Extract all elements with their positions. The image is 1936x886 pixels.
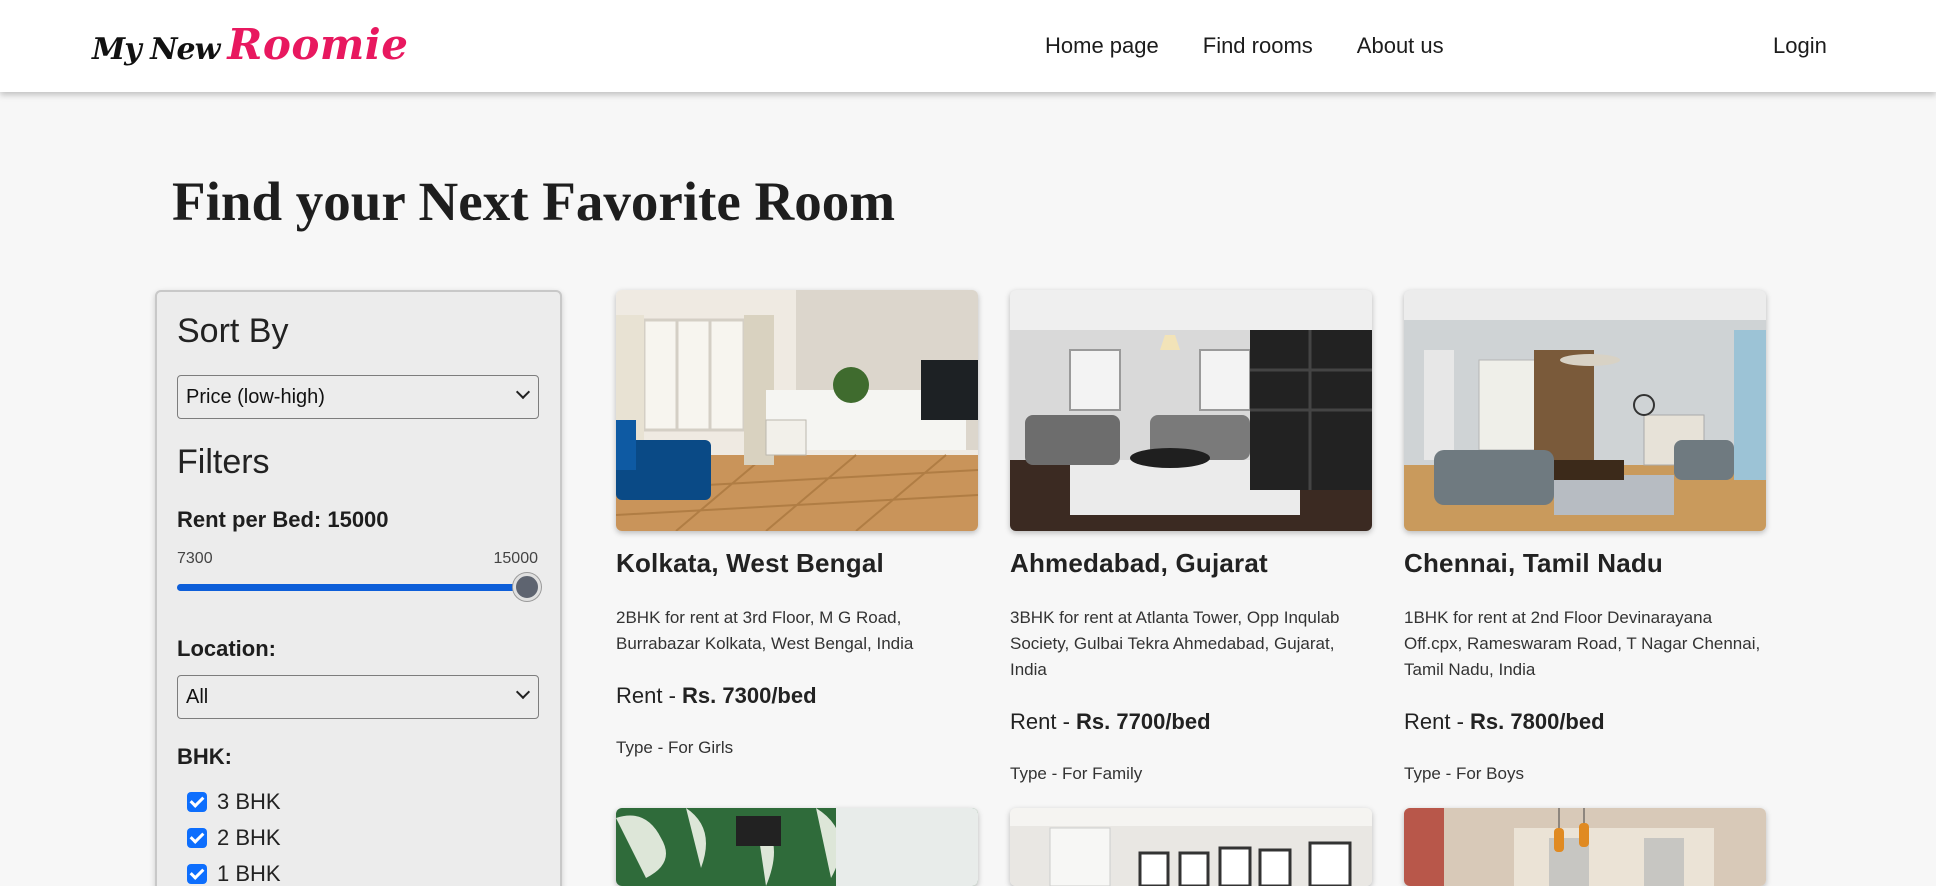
rent-prefix: Rent - — [1404, 709, 1471, 734]
bhk-label: BHK: — [177, 744, 232, 769]
room-photo[interactable] — [1404, 290, 1766, 531]
checkbox-checked[interactable] — [187, 792, 207, 812]
room-card[interactable] — [1404, 808, 1766, 886]
checkbox-checked[interactable] — [187, 864, 207, 884]
rent-value: Rs. 7800/bed — [1470, 709, 1605, 734]
room-card[interactable]: Kolkata, West Bengal 2BHK for rent at 3r… — [616, 290, 978, 757]
location-select-value: All — [186, 686, 209, 708]
nav-find-rooms[interactable]: Find rooms — [1203, 33, 1313, 59]
checkbox-checked[interactable] — [187, 828, 207, 848]
room-type: Type - For Boys — [1404, 764, 1524, 783]
room-rent: Rent - Rs. 7700/bed — [1010, 709, 1211, 735]
bhk-option-1[interactable]: 1 BHK — [187, 861, 281, 886]
login-link[interactable]: Login — [1773, 33, 1827, 59]
room-photo-partial — [1010, 808, 1372, 886]
site-logo[interactable]: My New Roomie — [92, 18, 408, 74]
bhk-option-label: 2 BHK — [217, 825, 281, 850]
rent-prefix: Rent - — [1010, 709, 1077, 734]
chevron-down-icon — [515, 384, 531, 400]
rent-slider-track[interactable] — [177, 584, 527, 591]
nav-links: Home page Find rooms About us — [1045, 33, 1444, 59]
room-photo[interactable] — [1010, 290, 1372, 531]
room-type: Type - For Family — [1010, 764, 1143, 783]
bhk-option-label: 3 BHK — [217, 789, 281, 814]
room-photo-living-room — [1404, 290, 1766, 531]
room-photo[interactable] — [1404, 808, 1766, 886]
navbar: My New Roomie Home page Find rooms About… — [0, 0, 1936, 92]
room-photo[interactable] — [616, 808, 978, 886]
room-description: 2BHK for rent at 3rd Floor, M G Road, Bu… — [616, 608, 914, 653]
rent-range-min: 7300 — [177, 550, 213, 567]
rent-value: Rs. 7700/bed — [1076, 709, 1211, 734]
rent-slider-thumb[interactable] — [513, 573, 541, 601]
nav-about-us[interactable]: About us — [1357, 33, 1444, 59]
page-title: Find your Next Favorite Room — [172, 171, 896, 232]
filters-heading: Filters — [177, 443, 270, 481]
room-type: Type - For Girls — [616, 738, 734, 757]
rent-range-max: 15000 — [493, 550, 539, 567]
location-label: Location: — [177, 636, 276, 661]
logo-text-my-new: My New — [92, 32, 220, 67]
room-card[interactable] — [1010, 808, 1372, 886]
room-description: 1BHK for rent at 2nd Floor Devinarayana … — [1404, 608, 1761, 679]
room-photo[interactable] — [616, 290, 978, 531]
rent-slider-fill — [177, 584, 527, 591]
sort-heading: Sort By — [177, 312, 289, 350]
bhk-option-label: 1 BHK — [217, 861, 281, 886]
sort-select[interactable]: Price (low-high) — [177, 375, 539, 419]
room-photo-partial — [616, 808, 978, 886]
room-rent: Rent - Rs. 7300/bed — [616, 683, 817, 709]
room-card[interactable]: Ahmedabad, Gujarat 3BHK for rent at Atla… — [1010, 290, 1372, 783]
nav-home-page[interactable]: Home page — [1045, 33, 1159, 59]
room-photo-living-room — [1010, 290, 1372, 531]
room-card[interactable]: Chennai, Tamil Nadu 1BHK for rent at 2nd… — [1404, 290, 1766, 783]
room-photo-living-room — [616, 290, 978, 531]
room-photo[interactable] — [1010, 808, 1372, 886]
rent-value: Rs. 7300/bed — [682, 683, 817, 708]
rent-per-bed-label: Rent per Bed: 15000 — [177, 507, 389, 532]
room-rent: Rent - Rs. 7800/bed — [1404, 709, 1605, 735]
sort-select-value: Price (low-high) — [186, 386, 325, 408]
room-photo-partial — [1404, 808, 1766, 886]
location-select[interactable]: All — [177, 675, 539, 719]
filter-sidebar: Sort By Price (low-high) Filters Rent pe… — [155, 290, 562, 886]
logo-text-roomie: Roomie — [227, 20, 409, 69]
room-title[interactable]: Chennai, Tamil Nadu — [1404, 548, 1663, 579]
room-description: 3BHK for rent at Atlanta Tower, Opp Inqu… — [1010, 608, 1340, 679]
rent-prefix: Rent - — [616, 683, 683, 708]
room-title[interactable]: Kolkata, West Bengal — [616, 548, 884, 579]
room-title[interactable]: Ahmedabad, Gujarat — [1010, 548, 1268, 579]
bhk-option-3[interactable]: 3 BHK — [187, 789, 281, 815]
bhk-option-2[interactable]: 2 BHK — [187, 825, 281, 851]
room-card[interactable] — [616, 808, 978, 886]
chevron-down-icon — [515, 684, 531, 700]
